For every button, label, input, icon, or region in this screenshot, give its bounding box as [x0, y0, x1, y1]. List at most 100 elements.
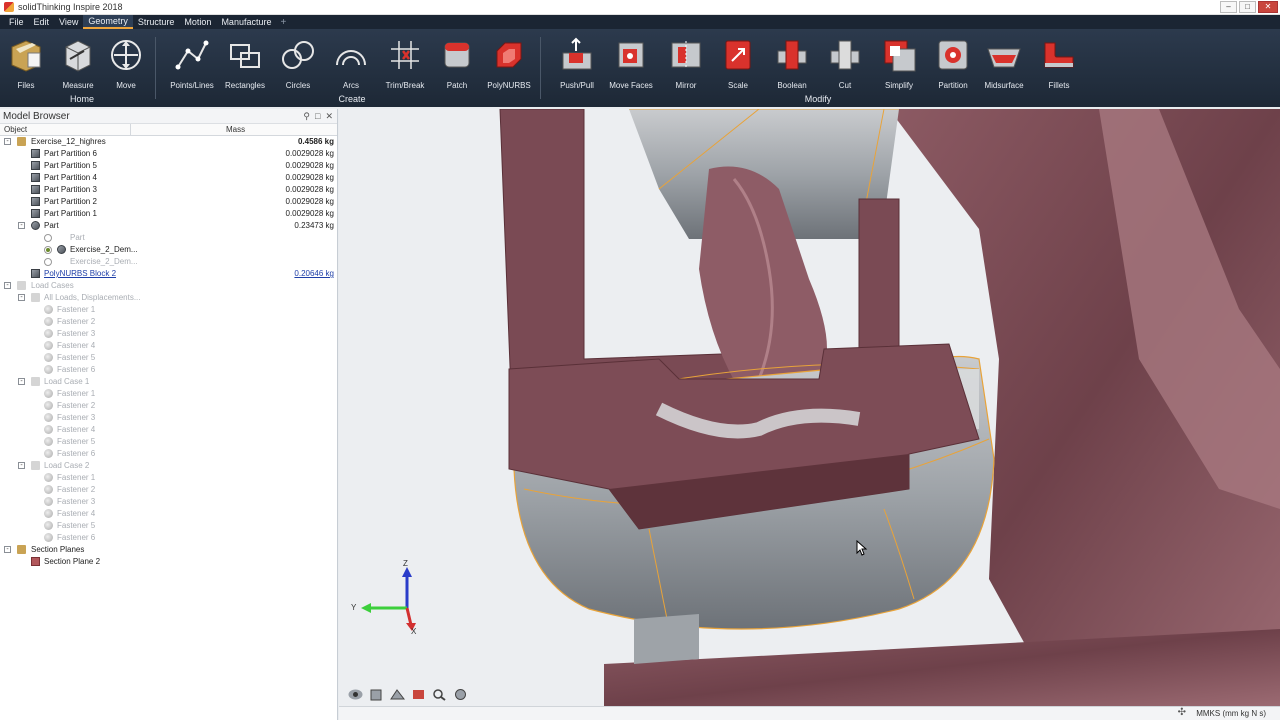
tree-row[interactable]: Fastener 3: [0, 328, 337, 340]
scale-button[interactable]: Scale: [708, 35, 768, 90]
tree-row[interactable]: Part Partition 3 0.0029028 kg: [0, 184, 337, 196]
tree-row[interactable]: Part Partition 6 0.0029028 kg: [0, 148, 337, 160]
mirror-button[interactable]: Mirror: [656, 35, 716, 90]
patch-button[interactable]: Patch: [427, 35, 487, 90]
move-button[interactable]: Move: [96, 35, 156, 90]
points-lines-button[interactable]: Points/Lines: [162, 35, 222, 90]
ribbon: Files Measure Move Points/Lines Rectangl…: [0, 29, 1280, 107]
fastener-icon: [44, 401, 53, 410]
view-controls: [347, 687, 469, 702]
radio-button[interactable]: [44, 234, 52, 242]
tree-row[interactable]: Exercise_2_Dem...: [0, 256, 337, 268]
tree-row[interactable]: Fastener 3: [0, 496, 337, 508]
tree-row[interactable]: Part Partition 1 0.0029028 kg: [0, 208, 337, 220]
tree-row[interactable]: Fastener 4: [0, 424, 337, 436]
tree-row[interactable]: Fastener 6: [0, 532, 337, 544]
collapse-icon[interactable]: -: [18, 462, 25, 469]
radio-button-selected[interactable]: [44, 246, 52, 254]
menu-edit[interactable]: Edit: [29, 15, 55, 29]
arcs-button[interactable]: Arcs: [321, 35, 381, 90]
tree-row[interactable]: Section Plane 2: [0, 556, 337, 568]
push-pull-button[interactable]: Push/Pull: [547, 35, 607, 90]
tree-row[interactable]: Fastener 1: [0, 304, 337, 316]
tree-row[interactable]: - Load Cases: [0, 280, 337, 292]
menu-file[interactable]: File: [4, 15, 29, 29]
tree-row[interactable]: Part Partition 5 0.0029028 kg: [0, 160, 337, 172]
minimize-button[interactable]: –: [1220, 1, 1237, 13]
column-divider[interactable]: [130, 124, 131, 136]
folder-icon: [17, 281, 26, 290]
collapse-icon[interactable]: -: [18, 378, 25, 385]
tree-row[interactable]: Fastener 5: [0, 436, 337, 448]
clip-view-icon[interactable]: [410, 687, 427, 702]
snap-settings-icon[interactable]: ✣: [1178, 707, 1186, 718]
tree-row[interactable]: - Part 0.23473 kg: [0, 220, 337, 232]
tree-row[interactable]: - Exercise_12_highres 0.4586 kg: [0, 136, 337, 148]
tree-row[interactable]: - Load Case 2: [0, 460, 337, 472]
fastener-icon: [44, 473, 53, 482]
tree-row[interactable]: Fastener 1: [0, 472, 337, 484]
units-selector[interactable]: MMKS (mm kg N s): [1196, 709, 1266, 718]
radio-button[interactable]: [44, 258, 52, 266]
menu-manufacture[interactable]: Manufacture: [216, 15, 276, 29]
tree-row[interactable]: Fastener 1: [0, 388, 337, 400]
tree-row[interactable]: Fastener 2: [0, 400, 337, 412]
modeling-viewport[interactable]: Z Y X: [339, 109, 1280, 706]
search-icon[interactable]: ⚲: [303, 111, 310, 122]
tree-row[interactable]: PolyNURBS Block 2 0.20646 kg: [0, 268, 337, 280]
collapse-icon[interactable]: -: [18, 294, 25, 301]
menu-view[interactable]: View: [54, 15, 83, 29]
tree-row[interactable]: Fastener 4: [0, 340, 337, 352]
close-icon[interactable]: ✕: [325, 111, 333, 122]
circles-button[interactable]: Circles: [268, 35, 328, 90]
tree-row[interactable]: Fastener 5: [0, 352, 337, 364]
collapse-icon[interactable]: -: [18, 222, 25, 229]
menu-geometry[interactable]: Geometry: [83, 15, 133, 29]
tree-item-label: Section Plane 2: [44, 557, 101, 566]
move-faces-button[interactable]: Move Faces: [601, 35, 661, 90]
collapse-icon[interactable]: -: [4, 282, 11, 289]
tree-row[interactable]: Fastener 6: [0, 448, 337, 460]
column-header-mass[interactable]: Mass: [226, 125, 245, 134]
rectangles-button[interactable]: Rectangles: [215, 35, 275, 90]
tree-row[interactable]: Part Partition 4 0.0029028 kg: [0, 172, 337, 184]
menu-motion[interactable]: Motion: [179, 15, 216, 29]
tree-row[interactable]: Part: [0, 232, 337, 244]
tree-row[interactable]: Fastener 5: [0, 520, 337, 532]
polynurbs-button[interactable]: PolyNURBS: [479, 35, 539, 90]
tree-row[interactable]: - All Loads, Displacements...: [0, 292, 337, 304]
boolean-button[interactable]: Boolean: [762, 35, 822, 90]
maximize-button[interactable]: □: [1239, 1, 1256, 13]
section-view-icon[interactable]: [389, 687, 406, 702]
tree-row[interactable]: Part Partition 2 0.0029028 kg: [0, 196, 337, 208]
view-cube-icon[interactable]: [368, 687, 385, 702]
midsurface-button[interactable]: Midsurface: [974, 35, 1034, 90]
tree-row[interactable]: - Section Planes: [0, 544, 337, 556]
tree-row[interactable]: - Load Case 1: [0, 376, 337, 388]
add-ribbon-icon[interactable]: +: [276, 17, 290, 28]
view-eye-icon[interactable]: [347, 687, 364, 702]
tree-item-label: Part Partition 3: [44, 185, 97, 194]
zoom-icon[interactable]: [431, 687, 448, 702]
collapse-icon[interactable]: -: [4, 138, 11, 145]
cut-button[interactable]: Cut: [815, 35, 875, 90]
menu-structure[interactable]: Structure: [133, 15, 180, 29]
column-header-object[interactable]: Object: [4, 125, 27, 134]
tree-row[interactable]: Fastener 3: [0, 412, 337, 424]
polynurbs-label: PolyNURBS: [487, 81, 531, 90]
tree-row[interactable]: Fastener 6: [0, 364, 337, 376]
tree-row[interactable]: Fastener 2: [0, 316, 337, 328]
mass-value: 0.23473 kg: [294, 221, 334, 230]
tree-row[interactable]: Exercise_2_Dem...: [0, 244, 337, 256]
collapse-icon[interactable]: -: [4, 546, 11, 553]
polynurbs-icon: [490, 35, 528, 75]
restore-icon[interactable]: □: [315, 111, 320, 122]
tree-row[interactable]: Fastener 2: [0, 484, 337, 496]
close-button[interactable]: ✕: [1258, 1, 1278, 13]
tree-row[interactable]: Fastener 4: [0, 508, 337, 520]
mass-value[interactable]: 0.20646 kg: [294, 269, 334, 278]
simplify-button[interactable]: Simplify: [869, 35, 929, 90]
trim-break-button[interactable]: Trim/Break: [375, 35, 435, 90]
view-settings-icon[interactable]: [452, 687, 469, 702]
fillets-button[interactable]: Fillets: [1029, 35, 1089, 90]
